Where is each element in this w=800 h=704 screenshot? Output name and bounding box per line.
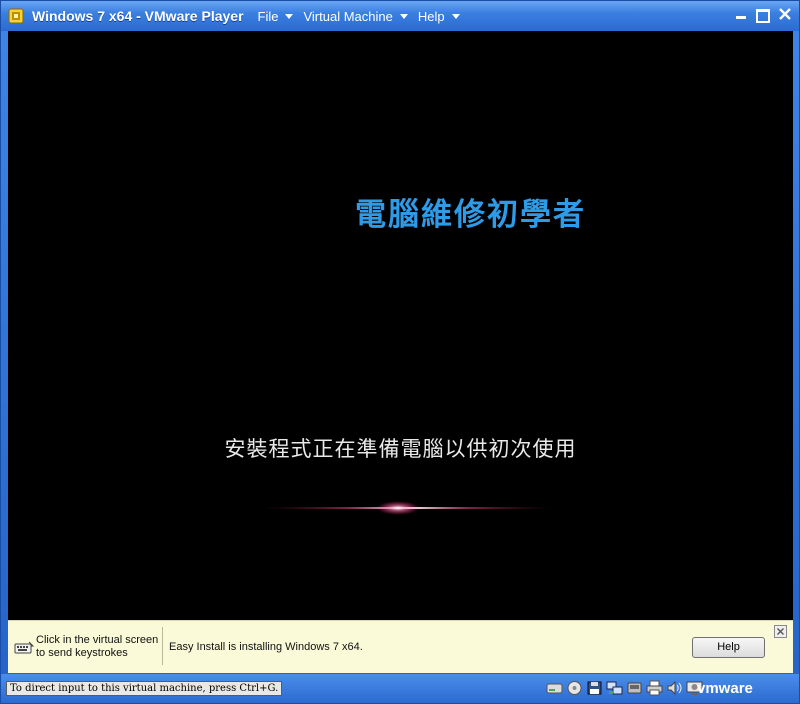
loading-glow-icon (263, 501, 553, 515)
vmware-logo: vmware (697, 680, 753, 697)
close-icon[interactable] (779, 8, 791, 21)
menu-bar: File Virtual Machine Help (258, 9, 470, 24)
printer-icon[interactable] (646, 680, 663, 696)
menu-virtual-machine-label: Virtual Machine (303, 8, 393, 24)
keyboard-icon (14, 641, 35, 655)
menu-file[interactable]: File (258, 9, 294, 24)
click-hint-line2: to send keystrokes (36, 647, 128, 659)
brand-watermark-text: 電腦維修初學者 (355, 197, 586, 233)
title-bar[interactable]: Windows 7 x64 - VMware Player File Virtu… (1, 1, 799, 31)
sound-icon[interactable] (666, 680, 683, 696)
maximize-icon[interactable] (756, 9, 770, 23)
window-controls (735, 8, 791, 23)
chevron-down-icon (399, 13, 408, 19)
network-adapter-icon[interactable] (606, 680, 623, 696)
vmware-player-window: Windows 7 x64 - VMware Player File Virtu… (0, 0, 800, 704)
menu-file-label: File (257, 8, 279, 24)
help-button[interactable]: Help (692, 637, 765, 658)
virtual-machine-screen[interactable]: 電腦維修初學者 安裝程式正在準備電腦以供初次使用 (8, 31, 793, 620)
usb-icon[interactable] (626, 680, 643, 696)
vmware-app-icon[interactable] (8, 8, 24, 24)
close-infobar-icon[interactable] (774, 625, 787, 638)
menu-help-label: Help (417, 8, 445, 24)
minimize-icon[interactable] (735, 8, 747, 21)
status-bar: To direct input to this virtual machine,… (1, 674, 799, 703)
click-hint: Click in the virtual screen to send keys… (36, 634, 161, 660)
click-hint-line1: Click in the virtual screen (36, 634, 159, 646)
chevron-down-icon (451, 13, 460, 19)
divider (162, 627, 163, 665)
hard-disk-icon[interactable] (546, 680, 563, 696)
menu-virtual-machine[interactable]: Virtual Machine (303, 8, 408, 24)
device-icons (546, 680, 703, 696)
input-hint: To direct input to this virtual machine,… (6, 681, 283, 696)
chevron-down-icon (285, 13, 294, 19)
cd-dvd-icon[interactable] (566, 680, 583, 696)
floppy-icon[interactable] (586, 680, 603, 696)
info-bar: Click in the virtual screen to send keys… (8, 620, 793, 673)
install-message: Easy Install is installing Windows 7 x64… (169, 641, 363, 653)
setup-status-message: 安裝程式正在準備電腦以供初次使用 (224, 437, 577, 461)
window-title: Windows 7 x64 - VMware Player (32, 8, 244, 24)
menu-help[interactable]: Help (418, 9, 460, 24)
